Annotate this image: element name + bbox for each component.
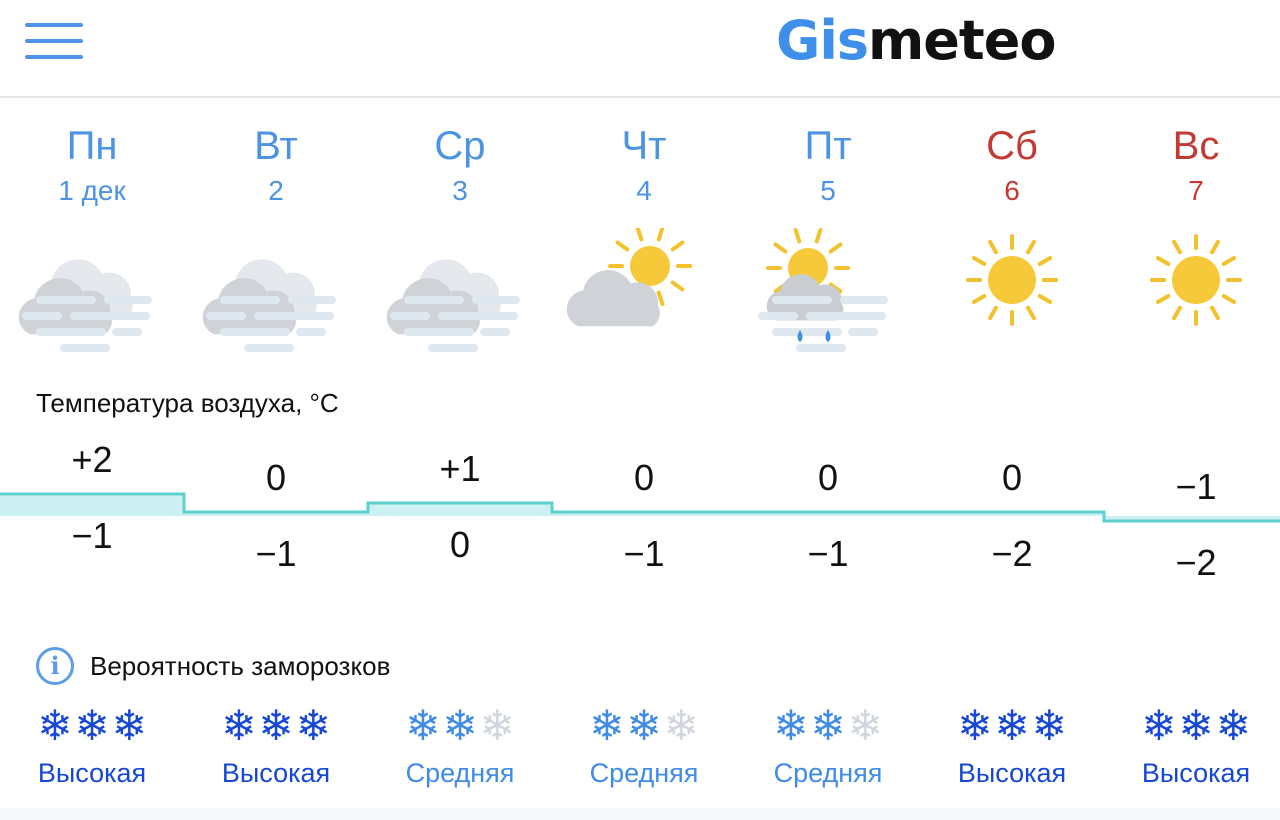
snowflake-icon: ❄ [37,701,73,750]
temp-min-label: −1 [623,533,665,574]
snowflake-icon: ❄ [1215,701,1251,750]
temp-max-label: 0 [1001,457,1023,498]
snowflake-icon: ❄ [847,701,883,750]
day-name: Вт [254,124,298,168]
frost-flakes: ❄ ❄ ❄ [184,700,368,752]
frost-level-label: Средняя [589,758,699,788]
day-name: Пн [66,124,118,168]
frost-flakes: ❄ ❄ ❄ [736,700,920,752]
snowflake-icon: ❄ [479,701,515,750]
day-column-4[interactable]: Чт 4 [552,118,736,208]
cloudy-fog-icon [0,228,184,368]
frost-column: ❄ ❄ ❄ Высокая [1104,700,1280,792]
frost-level-label: Средняя [773,758,883,788]
day-name: Ср [434,124,486,168]
temp-max-label: 0 [817,457,839,498]
cloudy-fog-icon [184,228,368,368]
day-column-2[interactable]: Вт 2 [184,118,368,208]
snowflake-icon: ❄ [442,701,478,750]
frost-flakes: ❄ ❄ ❄ [1104,700,1280,752]
logo-part-meteo: meteo [867,9,1056,72]
temp-max-label: 0 [633,457,655,498]
day-name: Пт [804,124,852,168]
snowflake-icon: ❄ [405,701,441,750]
sun-icon [1104,228,1280,368]
day-date: 1 дек [58,175,126,206]
temp-min-label: −2 [1175,542,1217,583]
temperature-title: Температура воздуха, °C [36,388,339,418]
gismeteo-logo[interactable]: Gismeteo [776,6,1056,76]
temp-min-label: −1 [71,515,113,556]
day-date: 4 [636,175,652,206]
day-column-1[interactable]: Пн 1 дек [0,118,184,208]
frost-column: ❄ ❄ ❄ Высокая [184,700,368,792]
snowflake-icon: ❄ [295,701,331,750]
snowflake-icon: ❄ [810,701,846,750]
temp-max-label: −1 [1175,466,1217,507]
hamburger-icon[interactable] [22,20,86,62]
snowflake-icon: ❄ [1141,701,1177,750]
snowflake-icon: ❄ [589,701,625,750]
frost-flakes: ❄ ❄ ❄ [552,700,736,752]
snowflake-icon: ❄ [994,701,1030,750]
day-column-3[interactable]: Ср 3 [368,118,552,208]
cloudy-fog-icon [368,228,552,368]
rain-fog-icon [736,228,920,368]
app-header: Gismeteo [0,0,1280,98]
frost-level-label: Высокая [37,758,147,788]
weather-icons-row [0,228,1280,368]
partly-cloudy-icon [552,228,736,368]
day-column-6[interactable]: Сб 6 [920,118,1104,208]
temp-min-label: −2 [991,533,1033,574]
temp-min-label: −1 [255,533,297,574]
snowflake-icon: ❄ [258,701,294,750]
snowflake-icon: ❄ [74,701,110,750]
day-column-5[interactable]: Пт 5 [736,118,920,208]
day-column-7[interactable]: Вс 7 [1104,118,1280,208]
frost-flakes: ❄ ❄ ❄ [920,700,1104,752]
snowflake-icon: ❄ [111,701,147,750]
frost-column: ❄ ❄ ❄ Средняя [552,700,736,792]
temp-max-label: +1 [439,448,481,489]
day-date: 6 [1004,175,1020,206]
temperature-chart: +2 −1 0 −1 +1 0 0 −1 0 −1 0 −2 −1 −2 [0,420,1280,600]
day-date: 2 [268,175,284,206]
day-name: Вс [1172,124,1220,168]
frost-column: ❄ ❄ ❄ Высокая [0,700,184,792]
snowflake-icon: ❄ [221,701,257,750]
temp-min-label: 0 [449,524,471,565]
frost-flakes: ❄ ❄ ❄ [0,700,184,752]
temp-max-label: +2 [71,439,113,480]
day-name: Чт [621,124,667,168]
frost-level-label: Высокая [221,758,331,788]
day-name: Сб [986,124,1038,168]
frost-level-label: Высокая [957,758,1067,788]
snowflake-icon: ❄ [1031,701,1067,750]
snowflake-icon: ❄ [626,701,662,750]
frost-section-title: i Вероятность заморозков [36,644,390,688]
snowflake-icon: ❄ [773,701,809,750]
sun-icon [920,228,1104,368]
logo-part-gis: Gis [776,9,869,72]
frost-column: ❄ ❄ ❄ Высокая [920,700,1104,792]
day-date: 5 [820,175,836,206]
info-icon[interactable]: i [36,647,74,685]
frost-level-label: Средняя [405,758,515,788]
frost-level-label: Высокая [1141,758,1251,788]
frost-title-text: Вероятность заморозков [90,650,391,681]
snowflake-icon: ❄ [1178,701,1214,750]
frost-flakes: ❄ ❄ ❄ [368,700,552,752]
temp-min-label: −1 [807,533,849,574]
days-header: Пн 1 дек Вт 2 Ср 3 Чт 4 Пт 5 Сб 6 Вс 7 [0,118,1280,228]
frost-column: ❄ ❄ ❄ Средняя [368,700,552,792]
temp-max-label: 0 [265,457,287,498]
frost-column: ❄ ❄ ❄ Средняя [736,700,920,792]
snowflake-icon: ❄ [663,701,699,750]
snowflake-icon: ❄ [957,701,993,750]
frost-probability-row: ❄ ❄ ❄ Высокая ❄ ❄ ❄ Высокая ❄ ❄ ❄ Средняя ❄ ❄ ❄ Средняя… [0,700,1280,800]
day-date: 3 [452,175,468,206]
day-date: 7 [1188,175,1204,206]
bottom-separator [0,808,1280,820]
